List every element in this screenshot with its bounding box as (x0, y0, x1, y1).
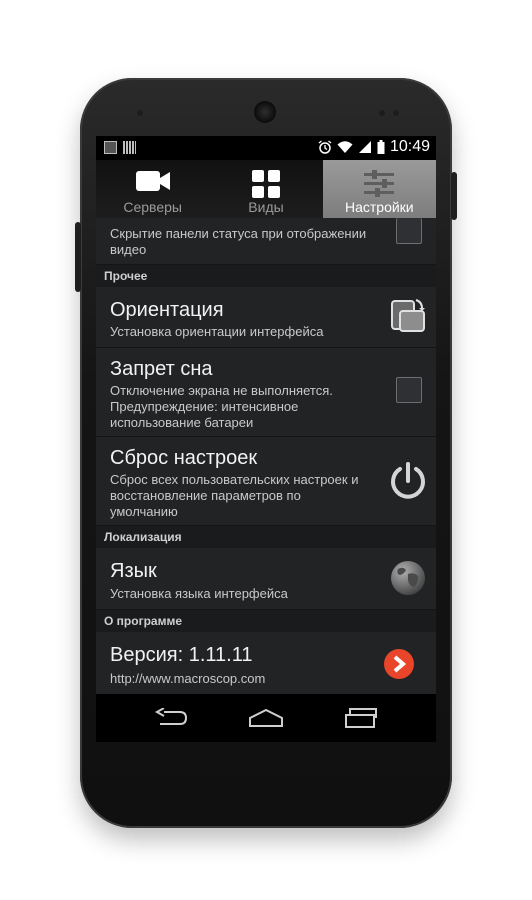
recents-icon[interactable] (344, 708, 378, 728)
setting-no-sleep[interactable]: Запрет сна Отключение экрана не выполняе… (96, 348, 436, 437)
tab-label: Настройки (344, 199, 414, 215)
power-icon (391, 462, 425, 499)
setting-desc: Отключение экрана не выполняется. Предуп… (110, 383, 333, 430)
hide-statusbar-checkbox[interactable] (396, 218, 422, 244)
setting-desc: Скрытие панели статуса при отображении в… (110, 226, 367, 257)
globe-icon (391, 561, 425, 595)
camera-icon (135, 171, 170, 191)
tab-label: Серверы (123, 199, 182, 215)
battery-icon (377, 140, 385, 154)
settings-list: Скрытие панели статуса при отображении в… (96, 218, 436, 695)
section-header-other: Прочее (96, 265, 436, 287)
navigation-bar (96, 694, 436, 742)
setting-orientation[interactable]: Ориентация Установка ориентации интерфей… (96, 287, 436, 348)
back-icon[interactable] (154, 708, 188, 728)
rotate-screen-icon (391, 299, 425, 332)
wifi-icon (337, 141, 353, 153)
earpiece-speaker (254, 101, 276, 123)
setting-desc: Установка языка интерфейса (110, 586, 288, 601)
setting-link: http://www.macroscop.com (110, 671, 266, 686)
power-side-button (451, 172, 457, 220)
setting-title: Запрет сна (110, 358, 213, 380)
barcode-notification-icon (123, 141, 136, 154)
signal-icon (358, 141, 371, 153)
tab-servers[interactable]: Серверы (96, 160, 209, 218)
setting-title: Ориентация (110, 299, 224, 321)
setting-title: Версия: 1.11.11 (110, 644, 253, 666)
tab-label: Виды (248, 199, 284, 215)
tab-settings[interactable]: Настройки (322, 160, 436, 218)
chevron-right-icon[interactable] (384, 649, 414, 679)
home-icon[interactable] (248, 708, 284, 728)
image-notification-icon (104, 141, 117, 154)
alarm-icon (318, 140, 332, 154)
section-header-localization: Локализация (96, 526, 436, 548)
setting-desc: Установка ориентации интерфейса (110, 324, 324, 339)
setting-reset[interactable]: Сброс настроек Сброс всех пользовательск… (96, 437, 436, 526)
section-header-about: О программе (96, 610, 436, 632)
setting-title: Язык (110, 560, 157, 582)
setting-desc: Сброс всех пользовательских настроек и в… (110, 472, 359, 519)
volume-side-button (75, 222, 81, 292)
setting-title: Сброс настроек (110, 447, 258, 469)
front-camera (393, 110, 399, 116)
setting-version[interactable]: Версия: 1.11.11 http://www.macroscop.com (96, 632, 436, 695)
front-sensor (137, 110, 143, 116)
setting-hide-statusbar[interactable]: Скрытие панели статуса при отображении в… (96, 218, 436, 265)
sliders-icon (364, 170, 395, 197)
setting-language[interactable]: Язык Установка языка интерфейса (96, 548, 436, 610)
clock-time: 10:49 (389, 138, 430, 155)
front-sensor (379, 110, 385, 116)
status-bar: 10:49 (96, 136, 436, 160)
no-sleep-checkbox[interactable] (396, 377, 422, 403)
screen: 10:49 Серверы Виды Настройки Скрытие пан… (96, 136, 436, 742)
tab-bar: Серверы Виды Настройки (96, 160, 436, 218)
tab-views[interactable]: Виды (209, 160, 322, 218)
grid-icon (251, 170, 280, 198)
